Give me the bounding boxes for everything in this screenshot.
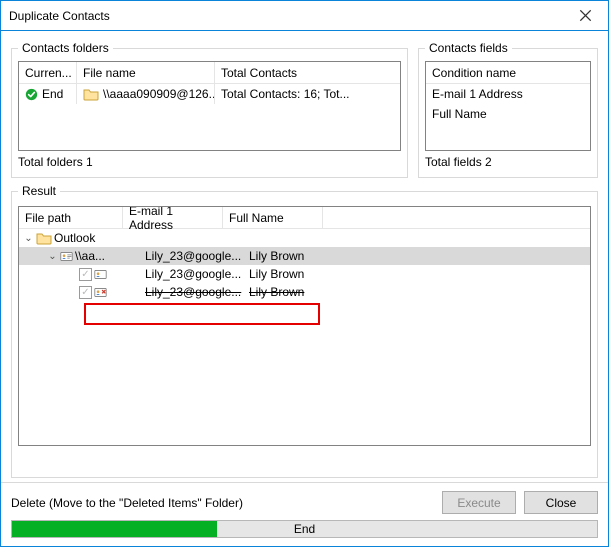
contact-icon: [94, 268, 107, 281]
fields-col-condition[interactable]: Condition name: [426, 62, 590, 83]
tree-group-name: Lily Brown: [243, 249, 590, 263]
fields-footer: Total fields 2: [425, 151, 591, 171]
result-col-path[interactable]: File path: [19, 207, 123, 228]
folders-row[interactable]: End \\aaaa090909@126... Total Contacts: …: [19, 84, 400, 104]
action-label: Delete (Move to the "Deleted Items" Fold…: [11, 496, 243, 510]
tree-item-keep[interactable]: ✓ Lily_23@google... Lily Brown: [19, 265, 590, 283]
progress-bar: End: [11, 520, 598, 538]
chevron-down-icon[interactable]: ⌄: [23, 233, 34, 244]
titlebar: Duplicate Contacts: [1, 1, 608, 31]
close-button[interactable]: Close: [524, 491, 598, 514]
checkbox[interactable]: ✓: [79, 286, 92, 299]
tree-group-email: Lily_23@google...: [143, 249, 243, 263]
fields-row-0[interactable]: E-mail 1 Address: [426, 84, 590, 104]
fields-row-1-label: Full Name: [426, 104, 590, 124]
bottom-bar: Delete (Move to the "Deleted Items" Fold…: [1, 482, 608, 546]
folders-col-total[interactable]: Total Contacts: [215, 62, 400, 83]
folders-footer: Total folders 1: [18, 151, 401, 171]
tree-item-delete[interactable]: ✓ Lily_23@google... Lily Brown: [19, 283, 590, 301]
tree-group[interactable]: ⌄ \\aa... Lily_23@google... Lily Brown: [19, 247, 590, 265]
tree-root[interactable]: ⌄ Outlook: [19, 229, 590, 247]
close-icon: [579, 9, 592, 22]
result-tree[interactable]: File path E-mail 1 Address Full Name ⌄ O…: [18, 206, 591, 446]
contacts-folders-legend: Contacts folders: [18, 41, 113, 55]
window-close-button[interactable]: [563, 1, 608, 30]
progress-label: End: [12, 521, 597, 537]
execute-button[interactable]: Execute: [442, 491, 516, 514]
contacts-folders-group: Contacts folders Curren... File name Tot…: [11, 41, 408, 178]
tree-item-delete-email: Lily_23@google...: [143, 285, 243, 299]
folders-col-file[interactable]: File name: [77, 62, 215, 83]
check-circle-icon: [25, 88, 38, 101]
result-legend: Result: [18, 184, 60, 198]
checkbox[interactable]: ✓: [79, 268, 92, 281]
tree-item-keep-name: Lily Brown: [243, 267, 590, 281]
tree-group-label: \\aa...: [75, 249, 105, 263]
folders-row-total: Total Contacts: 16; Tot...: [215, 84, 400, 104]
fields-listbox[interactable]: Condition name E-mail 1 Address Full Nam…: [425, 61, 591, 151]
folders-col-status[interactable]: Curren...: [19, 62, 77, 83]
fields-row-0-label: E-mail 1 Address: [426, 84, 590, 104]
tree-item-delete-name: Lily Brown: [243, 285, 590, 299]
folders-row-status: End: [42, 87, 63, 101]
chevron-down-icon[interactable]: ⌄: [47, 251, 58, 262]
fields-row-1[interactable]: Full Name: [426, 104, 590, 124]
contact-card-icon: [60, 250, 73, 263]
folder-open-icon: [36, 230, 52, 246]
contacts-fields-legend: Contacts fields: [425, 41, 512, 55]
contact-delete-icon: [94, 286, 107, 299]
tree-root-label: Outlook: [54, 231, 95, 245]
result-col-email[interactable]: E-mail 1 Address: [123, 207, 223, 228]
folders-row-file: \\aaaa090909@126...: [103, 87, 215, 101]
result-group: Result File path E-mail 1 Address Full N…: [11, 184, 598, 478]
contacts-fields-group: Contacts fields Condition name E-mail 1 …: [418, 41, 598, 178]
folder-icon: [83, 86, 99, 102]
highlight-annotation: [84, 303, 320, 325]
dialog-window: Duplicate Contacts Contacts folders Curr…: [0, 0, 609, 547]
result-col-name[interactable]: Full Name: [223, 207, 323, 228]
window-title: Duplicate Contacts: [1, 9, 110, 23]
tree-item-keep-email: Lily_23@google...: [143, 267, 243, 281]
folders-listbox[interactable]: Curren... File name Total Contacts End \…: [18, 61, 401, 151]
